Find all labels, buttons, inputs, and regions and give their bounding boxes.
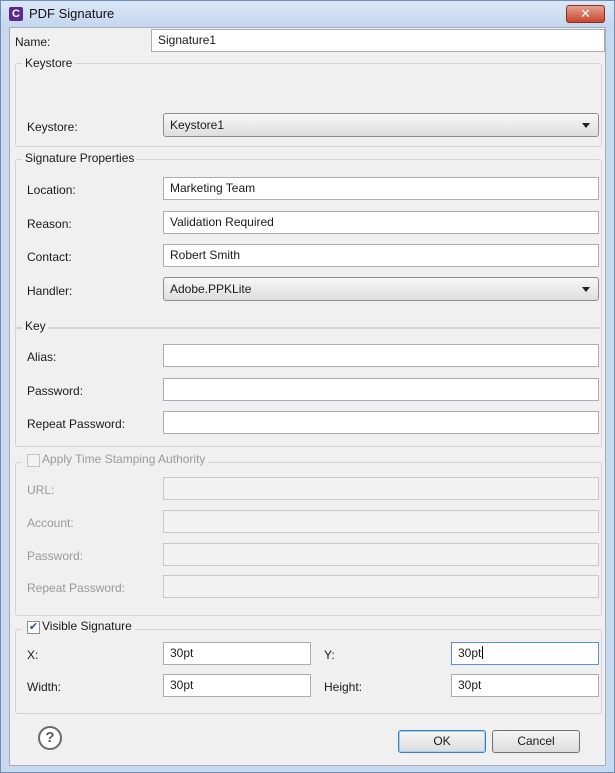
- keystore-select[interactable]: Keystore1: [163, 113, 599, 137]
- width-input[interactable]: 30pt: [163, 674, 311, 697]
- ok-button[interactable]: OK: [398, 730, 486, 753]
- handler-select[interactable]: Adobe.PPKLite: [163, 277, 599, 301]
- name-input[interactable]: Signature1: [151, 29, 605, 52]
- height-label: Height:: [324, 680, 363, 694]
- keystore-group-title: Keystore: [22, 56, 76, 70]
- tsa-repeat-password-label: Repeat Password:: [27, 581, 126, 595]
- chevron-down-icon: [582, 123, 590, 128]
- tsa-account-label: Account:: [27, 516, 74, 530]
- y-input[interactable]: 30pt: [451, 642, 599, 665]
- app-logo-icon: C: [9, 7, 23, 21]
- close-button[interactable]: ✕: [566, 5, 605, 23]
- tsa-checkbox[interactable]: [27, 454, 40, 467]
- repeat-password-input[interactable]: [163, 411, 599, 434]
- title-bar[interactable]: C PDF Signature ✕: [1, 1, 614, 27]
- contact-label: Contact:: [27, 250, 72, 264]
- pdf-signature-dialog: C PDF Signature ✕ Name: Signature1 Keyst…: [0, 0, 615, 773]
- location-label: Location:: [27, 183, 76, 197]
- tsa-account-input[interactable]: [163, 510, 599, 533]
- help-icon[interactable]: ?: [38, 726, 62, 750]
- location-input[interactable]: Marketing Team: [163, 177, 599, 200]
- password-input[interactable]: [163, 378, 599, 401]
- x-label: X:: [27, 648, 39, 662]
- text-cursor: [482, 646, 484, 659]
- reason-input[interactable]: Validation Required: [163, 211, 599, 234]
- y-label: Y:: [324, 648, 335, 662]
- handler-label: Handler:: [27, 284, 73, 298]
- tsa-url-input[interactable]: [163, 477, 599, 500]
- y-input-value: 30pt: [458, 646, 482, 660]
- close-icon: ✕: [580, 6, 591, 21]
- visible-signature-checkbox-label: Visible Signature: [42, 619, 132, 633]
- cancel-button[interactable]: Cancel: [492, 730, 580, 753]
- tsa-password-label: Password:: [27, 549, 84, 563]
- key-group-title: Key: [22, 319, 49, 333]
- checkmark-icon: ✔: [28, 621, 39, 633]
- handler-selected-value: Adobe.PPKLite: [170, 282, 252, 296]
- tsa-repeat-password-input[interactable]: [163, 575, 599, 598]
- signature-properties-group-title: Signature Properties: [22, 151, 138, 165]
- tsa-checkbox-label: Apply Time Stamping Authority: [42, 452, 206, 466]
- width-label: Width:: [27, 680, 62, 694]
- alias-input[interactable]: [163, 344, 599, 367]
- x-input[interactable]: 30pt: [163, 642, 311, 665]
- password-label: Password:: [27, 384, 84, 398]
- tsa-url-label: URL:: [27, 483, 55, 497]
- reason-label: Reason:: [27, 217, 72, 231]
- height-input[interactable]: 30pt: [451, 674, 599, 697]
- keystore-label: Keystore:: [27, 120, 78, 134]
- tsa-password-input[interactable]: [163, 543, 599, 566]
- visible-signature-checkbox[interactable]: ✔: [27, 621, 40, 634]
- window-title: PDF Signature: [29, 6, 115, 21]
- name-label: Name:: [15, 35, 51, 49]
- tsa-group-title: Apply Time Stamping Authority: [22, 452, 209, 466]
- contact-input[interactable]: Robert Smith: [163, 244, 599, 267]
- chevron-down-icon: [582, 287, 590, 292]
- dialog-body: Name: Signature1 Keystore Keystore: Keys…: [9, 27, 606, 766]
- alias-label: Alias:: [27, 350, 57, 364]
- repeat-password-label: Repeat Password:: [27, 417, 126, 431]
- keystore-selected-value: Keystore1: [170, 118, 225, 132]
